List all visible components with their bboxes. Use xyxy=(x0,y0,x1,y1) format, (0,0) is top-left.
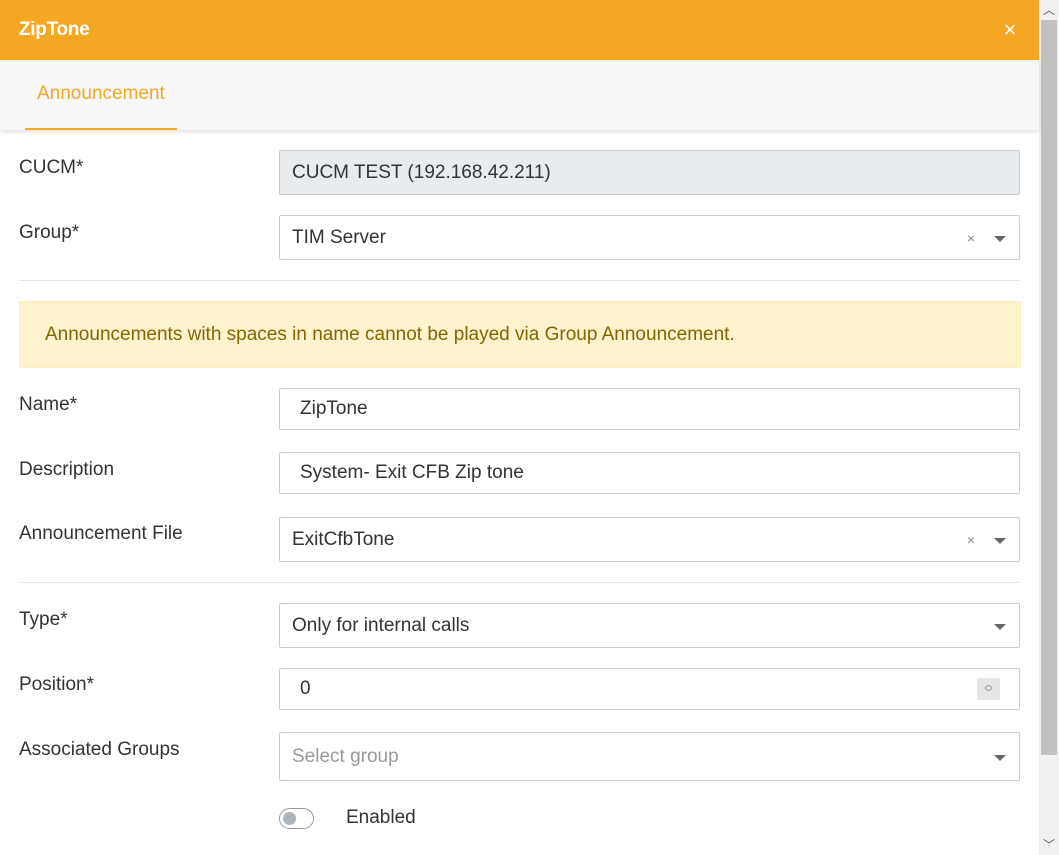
scroll-down-icon[interactable]: ﹀ xyxy=(1039,835,1059,855)
description-input[interactable]: System- Exit CFB Zip tone xyxy=(279,452,1020,494)
group-clear-icon[interactable]: × xyxy=(967,230,975,246)
close-icon[interactable]: × xyxy=(1000,19,1020,41)
announcement-file-clear-icon[interactable]: × xyxy=(967,532,975,548)
group-chevron-down-icon[interactable] xyxy=(994,235,1006,242)
announcement-file-select[interactable]: ExitCfbTone × xyxy=(279,517,1020,562)
alert-text: Announcements with spaces in name cannot… xyxy=(45,323,735,345)
description-value: System- Exit CFB Zip tone xyxy=(300,462,524,483)
warning-alert: Announcements with spaces in name cannot… xyxy=(19,301,1021,368)
announcement-file-value: ExitCfbTone xyxy=(292,528,395,550)
enabled-label: Enabled xyxy=(346,807,416,828)
name-value: ZipTone xyxy=(300,398,368,419)
scroll-thumb[interactable] xyxy=(1041,20,1057,755)
scroll-up-icon[interactable]: ︿ xyxy=(1039,0,1059,20)
type-chevron-down-icon[interactable] xyxy=(994,623,1006,630)
cucm-field: CUCM TEST (192.168.42.211) xyxy=(279,150,1020,195)
group-label: Group* xyxy=(19,222,80,243)
name-input[interactable]: ZipTone xyxy=(279,388,1020,430)
tab-announcement[interactable]: Announcement xyxy=(25,60,177,130)
position-value: 0 xyxy=(300,678,311,699)
announcement-file-label: Announcement File xyxy=(19,523,183,544)
enabled-toggle[interactable] xyxy=(279,807,314,829)
tab-bar: Announcement xyxy=(0,60,1039,130)
divider xyxy=(19,582,1020,583)
position-input[interactable]: 0 ︿ ﹀ xyxy=(279,668,1020,710)
cucm-value: CUCM TEST (192.168.42.211) xyxy=(292,161,551,183)
associated-groups-chevron-down-icon[interactable] xyxy=(994,754,1006,761)
group-select[interactable]: TIM Server × xyxy=(279,215,1020,260)
stepper-down-icon[interactable]: ﹀ xyxy=(985,689,993,697)
divider xyxy=(19,280,1020,281)
announcement-form: CUCM* CUCM TEST (192.168.42.211) Group* … xyxy=(0,130,1039,855)
toggle-knob xyxy=(283,811,296,825)
associated-groups-label: Associated Groups xyxy=(19,739,180,760)
announcement-file-chevron-down-icon[interactable] xyxy=(994,537,1006,544)
name-label: Name* xyxy=(19,394,78,415)
associated-groups-placeholder: Select group xyxy=(292,745,399,767)
type-value: Only for internal calls xyxy=(292,614,470,636)
type-select[interactable]: Only for internal calls xyxy=(279,603,1020,648)
scrollbar[interactable]: ︿ ﹀ xyxy=(1039,0,1059,855)
cucm-label: CUCM* xyxy=(19,157,84,178)
position-stepper[interactable]: ︿ ﹀ xyxy=(977,678,1000,700)
dialog-title: ZipTone xyxy=(19,19,90,40)
description-label: Description xyxy=(19,459,115,480)
dialog-header: ZipTone × xyxy=(0,0,1039,60)
enabled-toggle-group: Enabled xyxy=(279,807,416,829)
associated-groups-select[interactable]: Select group xyxy=(279,732,1020,781)
type-label: Type* xyxy=(19,609,68,630)
position-label: Position* xyxy=(19,674,94,695)
group-value: TIM Server xyxy=(292,226,386,248)
